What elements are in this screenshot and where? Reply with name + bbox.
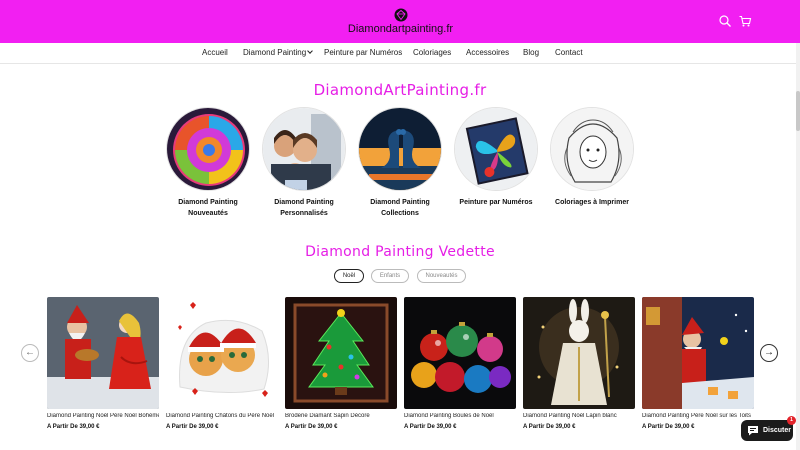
product-image[interactable] — [523, 297, 635, 409]
category-image-family[interactable] — [262, 107, 346, 191]
nav-item-blog[interactable]: Blog — [523, 48, 539, 57]
product-card[interactable]: Diamond Painting Noël Lapin blanc A Part… — [523, 297, 635, 430]
search-icon[interactable] — [718, 14, 732, 28]
brand-name: Diamondartpainting.fr — [347, 23, 454, 35]
category-image-butterfly[interactable] — [454, 107, 538, 191]
product-name[interactable]: Diamond Painting Noël Père Noël Bohème — [47, 413, 159, 419]
chat-notification-badge: 1 — [787, 416, 796, 425]
category-peinture-par-numeros[interactable]: Peinture par Numéros — [448, 107, 544, 208]
category-label-line: Nouveautés — [188, 210, 228, 217]
category-label-line: Personnalisés — [280, 210, 328, 217]
product-price: A Partir De 39,00 € — [166, 424, 219, 430]
product-name[interactable]: Diamond Painting Père Noël sur les Toits — [642, 413, 754, 419]
product-card[interactable]: Diamond Painting Boules de Noël A Partir… — [404, 297, 516, 430]
category-label: Coloriages à Imprimer — [544, 197, 640, 208]
nav-item-diamond-painting[interactable]: Diamond Painting — [243, 48, 313, 57]
nav-item-accueil[interactable]: Accueil — [202, 48, 228, 57]
product-name[interactable]: Diamond Painting Noël Lapin blanc — [523, 413, 635, 419]
cart-icon[interactable] — [738, 14, 752, 28]
category-label: Diamond Painting Nouveautés — [160, 197, 256, 219]
arrow-left-icon: ← — [25, 347, 35, 358]
category-image-coloring[interactable] — [550, 107, 634, 191]
category-label-line: Diamond Painting — [274, 199, 334, 206]
nav-item-label: Diamond Painting — [243, 48, 307, 57]
product-card[interactable]: Diamond Painting Noël Père Noël Bohème A… — [47, 297, 159, 430]
chat-bubble-icon — [748, 426, 758, 436]
site-logo[interactable]: Diamondartpainting.fr — [343, 8, 458, 38]
featured-section-title: Diamond Painting Vedette — [305, 244, 495, 260]
product-image[interactable] — [642, 297, 754, 409]
category-label: Diamond Painting Collections — [352, 197, 448, 219]
nav-item-contact[interactable]: Contact — [555, 48, 583, 57]
product-name[interactable]: Diamond Painting Châtons du Père Noël — [166, 413, 278, 419]
product-image[interactable] — [404, 297, 516, 409]
category-image-rose[interactable] — [166, 107, 250, 191]
main-navigation: Accueil Diamond Painting Peinture par Nu… — [0, 43, 800, 64]
product-image[interactable] — [285, 297, 397, 409]
product-name[interactable]: Broderie Diamant Sapin Décoré — [285, 413, 397, 419]
carousel-next-button[interactable]: → — [760, 344, 778, 362]
product-price: A Partir De 39,00 € — [285, 424, 338, 430]
diamond-logo-icon — [394, 8, 407, 22]
top-header-bar: Diamondartpainting.fr — [0, 0, 800, 43]
category-image-swans[interactable] — [358, 107, 442, 191]
tab-noel[interactable]: Noël — [334, 269, 364, 283]
arrow-right-icon: → — [764, 347, 774, 358]
category-label-line: Coloriages à Imprimer — [555, 199, 629, 206]
product-name[interactable]: Diamond Painting Boules de Noël — [404, 413, 516, 419]
nav-item-coloriages[interactable]: Coloriages — [413, 48, 451, 57]
category-label: Diamond Painting Personnalisés — [256, 197, 352, 219]
category-coloriages[interactable]: Coloriages à Imprimer — [544, 107, 640, 208]
product-image[interactable] — [166, 297, 278, 409]
nav-item-accessoires[interactable]: Accessoires — [466, 48, 509, 57]
chat-label: Discuter — [763, 427, 792, 434]
category-label-line: Peinture par Numéros — [459, 199, 533, 206]
product-price: A Partir De 39,00 € — [47, 424, 100, 430]
product-card[interactable]: Diamond Painting Châtons du Père Noël A … — [166, 297, 278, 430]
product-price: A Partir De 39,00 € — [404, 424, 457, 430]
tab-nouveautes[interactable]: Nouveautés — [417, 269, 466, 283]
carousel-prev-button[interactable]: ← — [21, 344, 39, 362]
category-label-line: Diamond Painting Collections — [370, 199, 430, 217]
category-personnalises[interactable]: Diamond Painting Personnalisés — [256, 107, 352, 219]
category-nouveautes[interactable]: Diamond Painting Nouveautés — [160, 107, 256, 219]
tab-enfants[interactable]: Enfants — [371, 269, 409, 283]
category-label: Peinture par Numéros — [448, 197, 544, 208]
chevron-down-icon — [307, 48, 313, 54]
product-card[interactable]: Broderie Diamant Sapin Décoré A Partir D… — [285, 297, 397, 430]
product-image[interactable] — [47, 297, 159, 409]
product-card[interactable]: Diamond Painting Père Noël sur les Toits… — [642, 297, 754, 430]
chat-button[interactable]: Discuter — [741, 420, 793, 441]
nav-item-peinture-par-numeros[interactable]: Peinture par Numéros — [324, 48, 402, 57]
hero-title: DiamondArtPainting.fr — [313, 81, 487, 99]
product-price: A Partir De 39,00 € — [523, 424, 576, 430]
category-collections[interactable]: Diamond Painting Collections — [352, 107, 448, 219]
category-label-line: Diamond Painting — [178, 199, 238, 206]
product-price: A Partir De 39,00 € — [642, 424, 695, 430]
